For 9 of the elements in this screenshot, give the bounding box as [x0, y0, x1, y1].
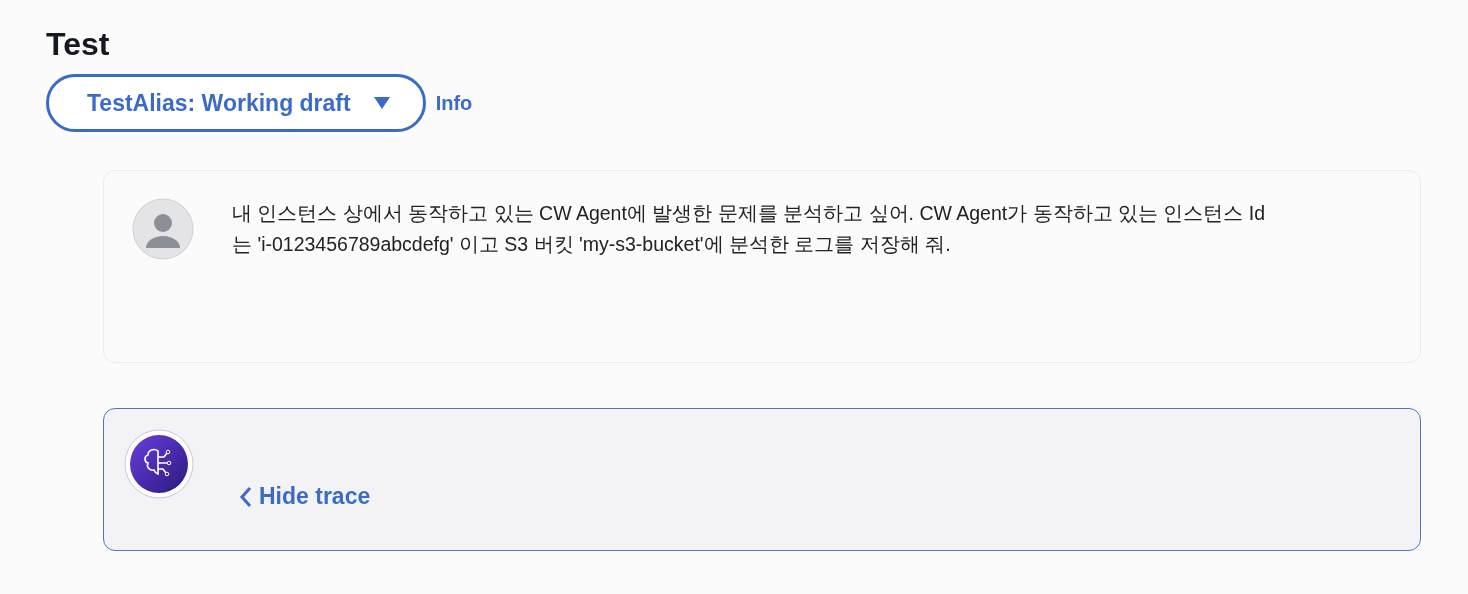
- caret-icon: [372, 96, 391, 110]
- alias-dropdown[interactable]: TestAlias: Working draft: [46, 74, 426, 132]
- brain-circuit-icon: [124, 429, 194, 499]
- user-avatar-icon: [132, 198, 194, 260]
- page-title: Test: [46, 25, 111, 64]
- hide-trace-button[interactable]: Hide trace: [239, 483, 371, 510]
- info-link[interactable]: Info: [435, 91, 473, 115]
- message-text: 내 인스턴스 상에서 동작하고 있는 CW Agent에 발생한 문제를 분석하고 싶어. CW Agent가 동작하고 있는 인스턴스 Id는 'i-0123456789abcdefg' 이고 S3 버킷 'my-s3-bucket'에 분석한 로그를 저장해 줘.: [232, 201, 1267, 257]
- chevron-icon: [239, 485, 253, 508]
